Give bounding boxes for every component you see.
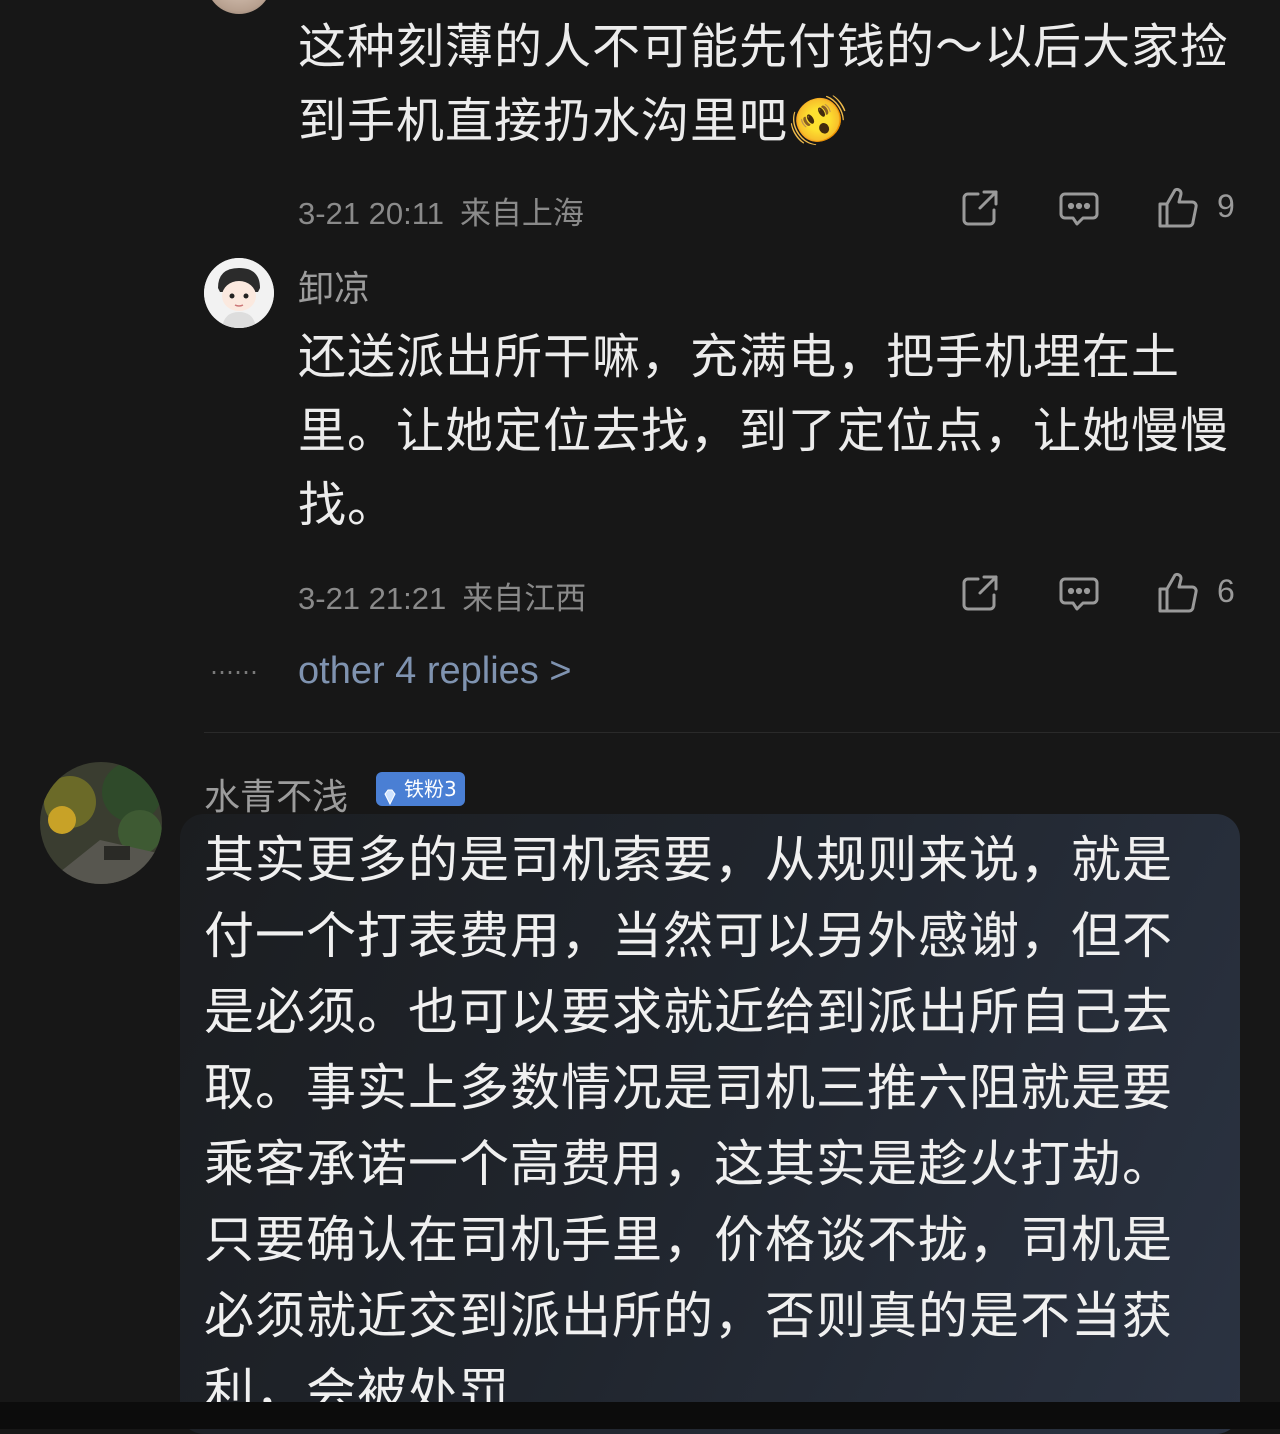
reply-text: 这种刻薄的人不可能先付钱的～以后大家捡到手机直接扔水沟里吧🫨 — [298, 19, 1230, 149]
emoji: 🫨 — [788, 93, 849, 149]
reply-time: 3-21 21:21 — [298, 581, 447, 616]
like-count: 9 — [1217, 188, 1235, 224]
reply-time: 3-21 20:11 — [298, 196, 444, 231]
bottom-bar — [0, 1402, 1280, 1429]
username[interactable]: 水青不浅 — [204, 768, 348, 820]
avatar-shuiqingbuqian[interactable] — [40, 762, 162, 884]
share-icon[interactable] — [958, 186, 1002, 230]
reply-meta: 3-21 20:11 来自上海 — [298, 188, 584, 233]
divider — [204, 732, 1280, 733]
like-count: 6 — [1217, 573, 1235, 609]
fan-badge[interactable]: 铁粉3 — [376, 772, 465, 806]
thumbs-up-icon[interactable] — [1156, 571, 1200, 615]
more-replies-dots: …… — [210, 652, 258, 680]
comment-text: 其实更多的是司机索要，从规则来说，就是付一个打表费用，当然可以另外感谢，但不是必… — [204, 831, 1173, 1402]
share-icon[interactable] — [958, 571, 1002, 615]
reply-text: 还送派出所干嘛，充满电，把手机埋在土里。让她定位去找，到了定位点，让她慢慢找。 — [298, 329, 1230, 533]
comment-icon[interactable] — [1057, 186, 1101, 230]
diamond-icon — [382, 781, 398, 806]
avatar-xieliang[interactable] — [204, 258, 274, 328]
reply-location: 来自上海 — [459, 196, 584, 232]
avatar-previous-user[interactable] — [206, 0, 272, 14]
reply-meta: 3-21 21:21 来自江西 — [298, 573, 586, 618]
comment-icon[interactable] — [1057, 571, 1101, 615]
more-replies-link[interactable]: other 4 replies > — [298, 650, 572, 693]
username[interactable]: 卸凉 — [298, 260, 370, 312]
thumbs-up-icon[interactable] — [1156, 186, 1200, 230]
badge-label: 铁粉3 — [404, 777, 457, 801]
reply-location: 来自江西 — [462, 581, 587, 617]
